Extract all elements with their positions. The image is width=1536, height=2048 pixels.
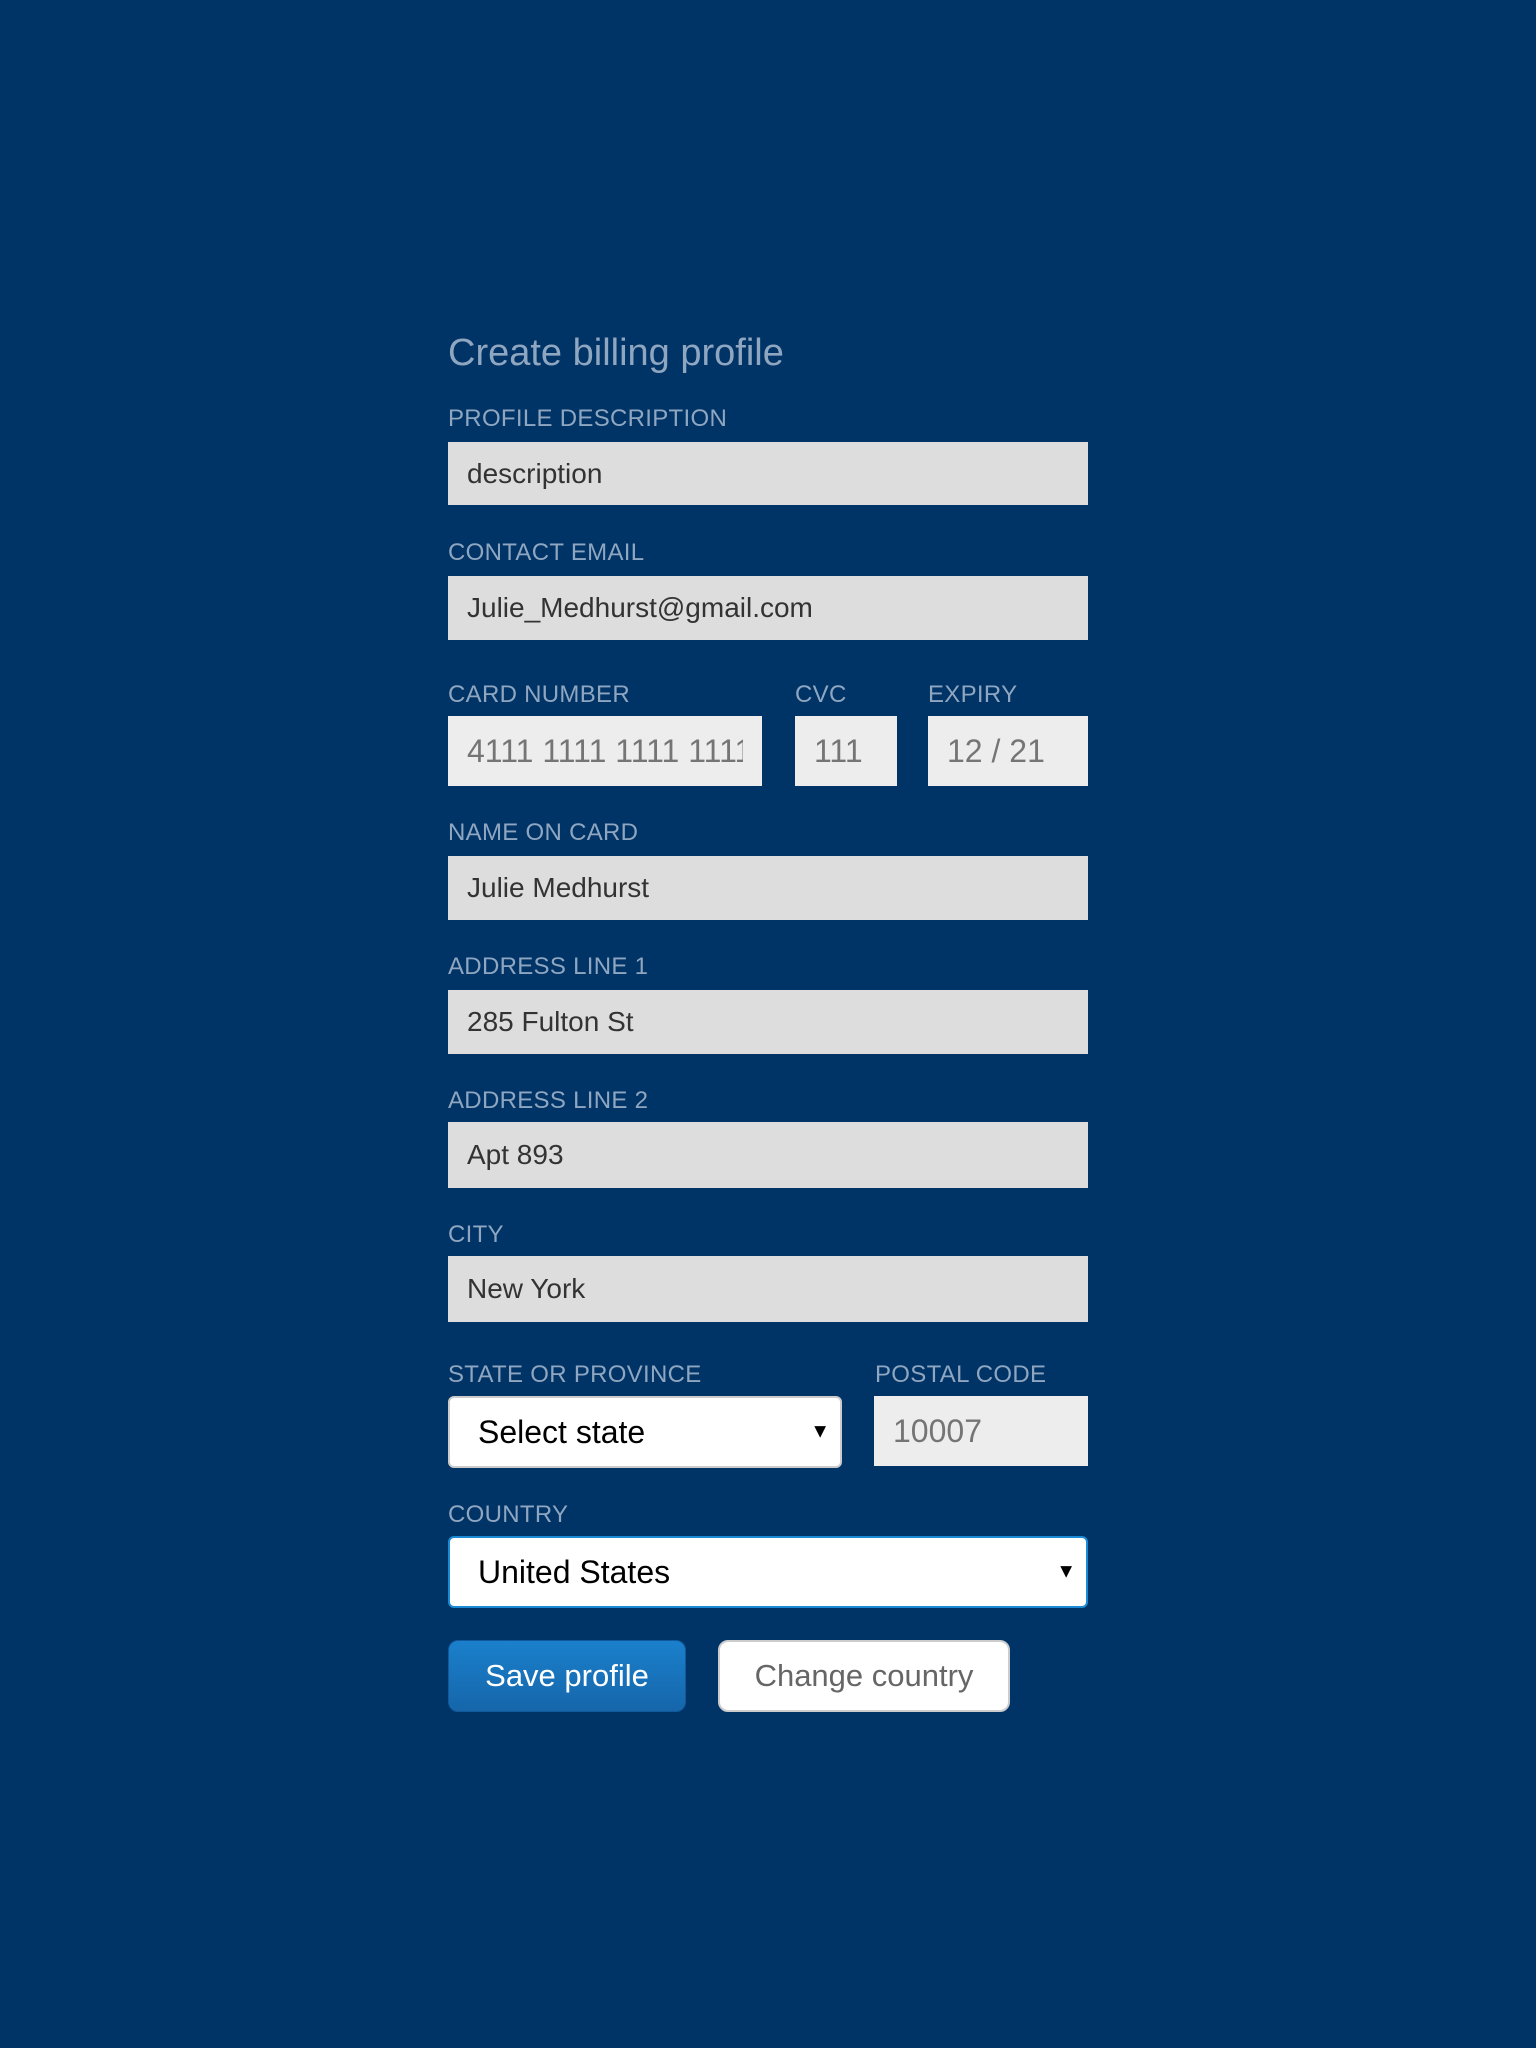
save-profile-button[interactable]: Save profile: [448, 1640, 686, 1712]
contact-email-label: CONTACT EMAIL: [448, 539, 645, 566]
postal-code-input[interactable]: [874, 1396, 1088, 1466]
state-select-value: Select state: [478, 1413, 646, 1450]
country-label: COUNTRY: [448, 1501, 569, 1528]
profile-description-label: PROFILE DESCRIPTION: [448, 405, 728, 432]
country-select[interactable]: United States ▼: [448, 1536, 1088, 1608]
profile-description-input[interactable]: [448, 442, 1088, 505]
chevron-down-icon: ▼: [1056, 1560, 1076, 1583]
city-label: CITY: [448, 1221, 504, 1248]
address-line-1-label: ADDRESS LINE 1: [448, 953, 649, 980]
expiry-input[interactable]: [928, 716, 1088, 786]
address-line-2-label: ADDRESS LINE 2: [448, 1087, 649, 1114]
address-line-1-input[interactable]: [448, 990, 1088, 1054]
cvc-input[interactable]: [795, 716, 897, 786]
country-select-value: United States: [478, 1553, 671, 1590]
change-country-button[interactable]: Change country: [718, 1640, 1010, 1712]
chevron-down-icon: ▼: [810, 1420, 830, 1443]
name-on-card-label: NAME ON CARD: [448, 819, 639, 846]
state-select[interactable]: Select state ▼: [448, 1396, 842, 1468]
state-label: STATE OR PROVINCE: [448, 1361, 702, 1388]
contact-email-input[interactable]: [448, 576, 1088, 640]
city-input[interactable]: [448, 1256, 1088, 1322]
expiry-label: EXPIRY: [928, 681, 1018, 708]
page-title: Create billing profile: [448, 332, 784, 374]
card-number-input[interactable]: [448, 716, 762, 786]
address-line-2-input[interactable]: [448, 1122, 1088, 1188]
name-on-card-input[interactable]: [448, 856, 1088, 920]
card-number-label: CARD NUMBER: [448, 681, 630, 708]
postal-code-label: POSTAL CODE: [875, 1361, 1047, 1388]
cvc-label: CVC: [795, 681, 847, 708]
